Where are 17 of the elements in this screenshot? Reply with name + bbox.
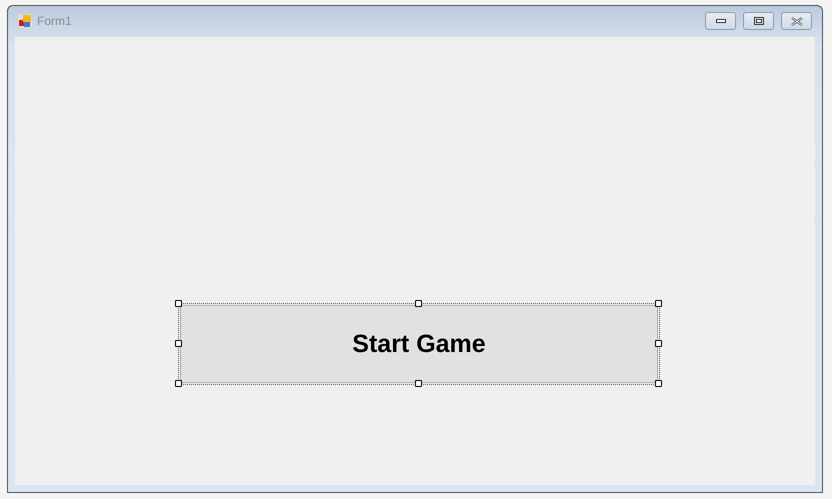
resize-handle[interactable] bbox=[655, 300, 662, 307]
minimize-icon bbox=[716, 19, 726, 23]
resize-handle[interactable] bbox=[655, 380, 662, 387]
form-icon bbox=[18, 14, 32, 28]
start-game-button[interactable]: Start Game bbox=[180, 305, 658, 383]
resize-handle[interactable] bbox=[415, 300, 422, 307]
resize-handle[interactable] bbox=[655, 340, 662, 347]
window-title: Form1 bbox=[37, 14, 73, 28]
close-icon bbox=[790, 16, 802, 26]
resize-handle[interactable] bbox=[175, 340, 182, 347]
maximize-button[interactable] bbox=[743, 12, 774, 30]
resize-handle[interactable] bbox=[175, 300, 182, 307]
resize-handle[interactable] bbox=[175, 380, 182, 387]
close-button[interactable] bbox=[781, 12, 812, 30]
resize-handle[interactable] bbox=[415, 380, 422, 387]
maximize-icon bbox=[754, 17, 764, 25]
minimize-button[interactable] bbox=[705, 12, 736, 30]
